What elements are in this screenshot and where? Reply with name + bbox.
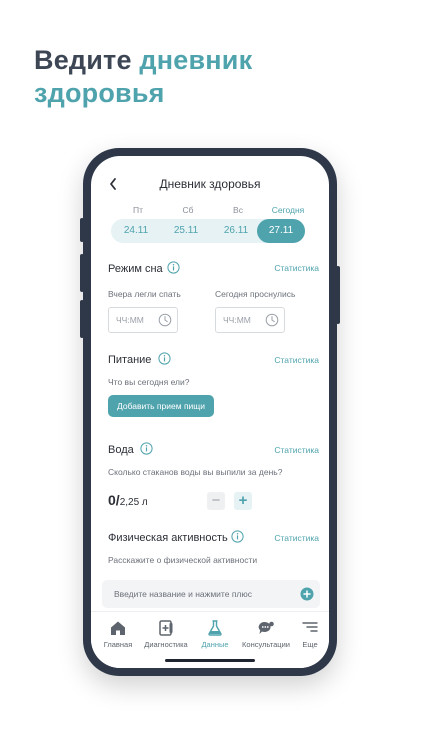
day-pill-24[interactable]: 24.11 (112, 219, 160, 243)
bedtime-label: Вчера легли спать (108, 289, 181, 299)
clock-icon (265, 313, 279, 327)
water-counter: 0/2,25 л (108, 492, 148, 510)
tab-more[interactable]: Еще (299, 620, 321, 649)
day-selector: Пт Сб Вс Сегодня 24.11 25.11 26.11 27.11 (111, 205, 313, 243)
phone-mockup: Дневник здоровья Пт Сб Вс Сегодня 24.11 … (80, 148, 340, 676)
chat-icon (258, 621, 274, 634)
food-section-title: Питание (108, 354, 152, 366)
activity-placeholder: Введите название и нажмите плюс (114, 589, 253, 599)
day-pill-26[interactable]: 26.11 (212, 219, 260, 243)
menu-icon (302, 622, 318, 632)
headline-word-1: Ведите (34, 45, 132, 75)
day-label-fri: Пт (132, 205, 143, 215)
phone-volume-up (80, 254, 84, 292)
screen-title: Дневник здоровья (159, 177, 261, 191)
day-pill-25[interactable]: 25.11 (162, 219, 210, 243)
tab-home[interactable]: Главная (101, 620, 135, 649)
bottom-tab-bar: Главная Диагностика Данные Консультации … (91, 611, 329, 668)
food-hint: Что вы сегодня ели? (108, 377, 190, 387)
tab-consultations[interactable]: Консультации (237, 620, 295, 649)
activity-hint: Расскажите о физической активности (108, 555, 258, 565)
water-amount: 0/ (108, 492, 120, 508)
day-pill-today[interactable]: 27.11 (257, 219, 305, 243)
sleep-info-icon[interactable] (167, 261, 180, 274)
headline-accent: дневник (139, 45, 253, 75)
water-statistics-link[interactable]: Статистика (274, 445, 319, 455)
wake-time-placeholder: ЧЧ:ММ (223, 315, 251, 325)
day-label-today: Сегодня (271, 205, 305, 215)
activity-input[interactable]: Введите название и нажмите плюс (102, 580, 320, 608)
bedtime-placeholder: ЧЧ:ММ (116, 315, 144, 325)
sleep-statistics-link[interactable]: Статистика (274, 263, 319, 273)
tab-more-label: Еще (302, 640, 318, 649)
tab-data[interactable]: Данные (197, 620, 233, 649)
bedtime-input[interactable]: ЧЧ:ММ (108, 307, 178, 333)
sleep-section-title: Режим сна (108, 263, 163, 275)
food-info-icon[interactable] (158, 352, 171, 365)
flask-icon (208, 620, 222, 636)
top-bar: Дневник здоровья (91, 174, 329, 194)
activity-info-icon[interactable] (231, 530, 244, 543)
wake-time-label: Сегодня проснулись (215, 289, 296, 299)
add-activity-plus-icon[interactable] (300, 587, 314, 601)
tab-data-label: Данные (201, 640, 229, 649)
home-icon (111, 621, 125, 635)
day-label-sun: Вс (233, 205, 243, 215)
water-info-icon[interactable] (140, 442, 153, 455)
clock-icon (158, 313, 172, 327)
water-section-title: Вода (108, 444, 134, 456)
headline-line-2: здоровья (34, 78, 165, 108)
food-statistics-link[interactable]: Статистика (274, 355, 319, 365)
diagnostics-icon (159, 620, 173, 636)
add-meal-button[interactable]: Добавить прием пищи (108, 395, 215, 417)
tab-home-label: Главная (103, 640, 133, 649)
promo-headline: Ведите дневник здоровья (34, 44, 252, 110)
water-hint: Сколько стаканов воды вы выпили за день? (108, 467, 283, 477)
tab-diagnostics-label: Диагностика (144, 640, 188, 649)
tab-diagnostics[interactable]: Диагностика (139, 620, 193, 649)
water-increment-button[interactable]: + (234, 492, 252, 510)
water-decrement-button[interactable]: − (207, 492, 225, 510)
water-goal: 2,25 л (119, 497, 148, 508)
day-label-sat: Сб (182, 205, 194, 215)
phone-power-button (336, 266, 340, 324)
day-pills: 24.11 25.11 26.11 27.11 (111, 219, 305, 243)
app-screen: Дневник здоровья Пт Сб Вс Сегодня 24.11 … (91, 156, 329, 668)
activity-section-title: Физическая активность (108, 532, 228, 544)
wake-time-input[interactable]: ЧЧ:ММ (215, 307, 285, 333)
home-indicator (165, 659, 255, 662)
tab-consultations-label: Консультации (242, 640, 290, 649)
activity-statistics-link[interactable]: Статистика (274, 533, 319, 543)
phone-side-button (80, 218, 84, 242)
phone-volume-down (80, 300, 84, 338)
